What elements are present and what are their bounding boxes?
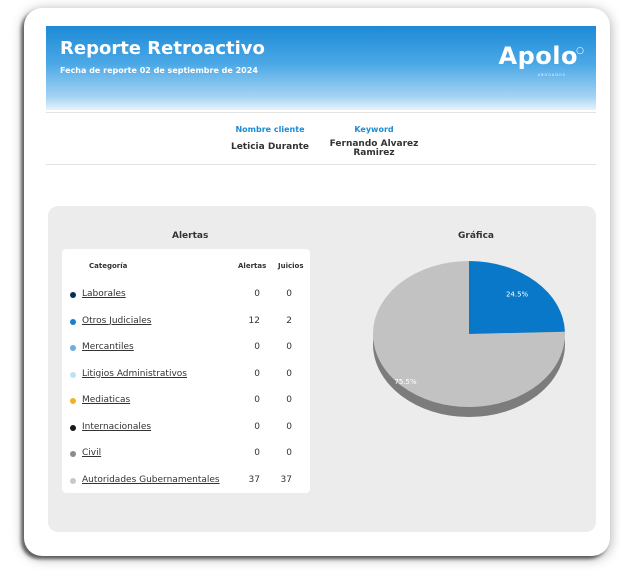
keyword-value-line2: Ramirez [353,148,395,158]
report-card: Reporte Retroactivo Fecha de reporte 02 … [24,8,610,556]
apolo-logo: Apolo [498,42,578,70]
divider-bottom [46,164,596,165]
keyword-label: Keyword [354,125,394,134]
report-date: Fecha de reporte 02 de septiembre de 202… [60,66,258,75]
logo-subtitle: ABOGADOS [537,73,566,77]
pie-slice-label: 24.5% [506,290,529,298]
report-title: Reporte Retroactivo [60,38,265,59]
logo-dot-icon: ○ [576,46,584,56]
client-name-label: Nombre cliente [235,125,305,134]
client-name-value: Leticia Durante [230,142,310,152]
report-header: Reporte Retroactivo Fecha de reporte 02 … [46,26,596,110]
summary-panel: Alertas Gráfica Categoría Alertas Juicio… [48,206,596,532]
pie-slice-label: 75.5% [394,378,417,386]
pie-chart: 24.5% 75.5% [372,261,565,417]
divider-top [46,112,596,113]
